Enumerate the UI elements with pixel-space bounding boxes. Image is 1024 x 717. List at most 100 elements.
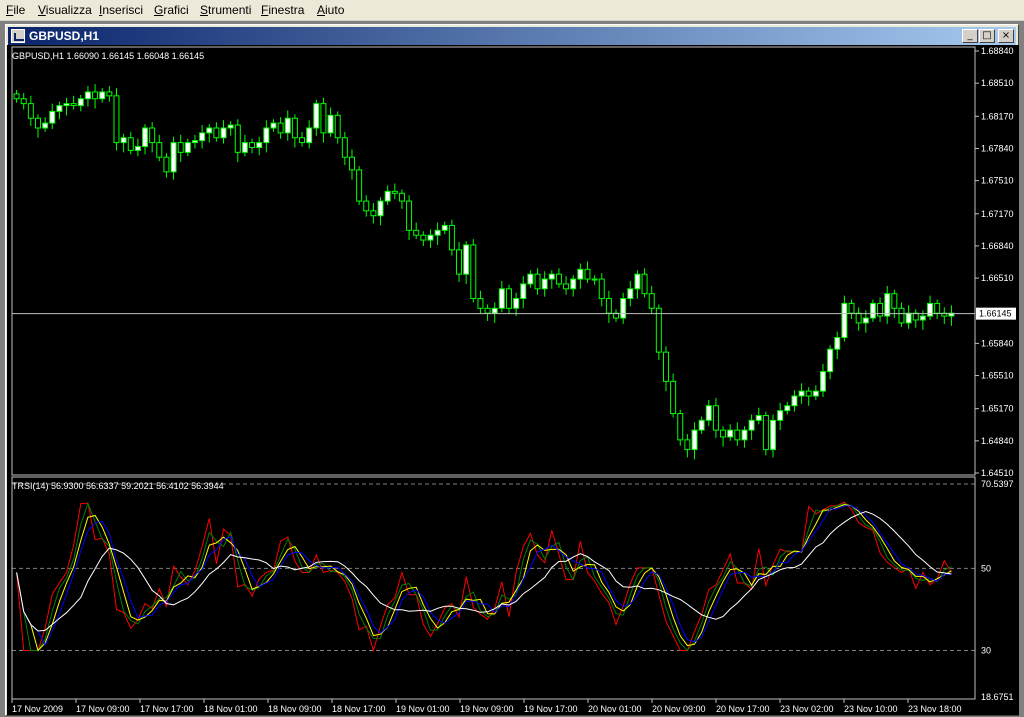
- candle-body: [291, 117, 298, 139]
- candle-body: [177, 142, 184, 153]
- candle-body: [170, 142, 177, 173]
- candle-body: [184, 142, 191, 153]
- candle-body: [448, 224, 455, 251]
- candle-body: [199, 132, 206, 142]
- candle-body: [527, 273, 534, 285]
- candle-body: [770, 419, 777, 451]
- candle-body: [413, 229, 420, 236]
- candle-body: [812, 390, 819, 397]
- candle-body: [919, 315, 926, 321]
- candle-body: [42, 122, 49, 129]
- candle-body: [605, 298, 612, 314]
- minimize-button[interactable]: _: [962, 29, 978, 43]
- indicator-line-2: [16, 501, 952, 652]
- candle-body: [727, 429, 734, 438]
- candle-body: [256, 142, 263, 148]
- candle-body: [156, 142, 163, 158]
- indicator-line-5: [16, 510, 952, 632]
- candle-body: [884, 293, 891, 317]
- time-tick-label: 23 Nov 18:00: [908, 704, 962, 714]
- candle-body: [748, 419, 755, 431]
- candle-body: [641, 273, 648, 295]
- candle-body: [377, 200, 384, 217]
- time-tick-label: 23 Nov 02:00: [780, 704, 834, 714]
- candle-body: [241, 142, 248, 153]
- candle-body: [213, 127, 220, 139]
- candle-body: [720, 429, 727, 438]
- candle-body: [456, 249, 463, 275]
- candle-body: [855, 312, 862, 324]
- candle-body: [348, 156, 355, 171]
- indicator-tick-label: 70.5397: [981, 479, 1014, 489]
- price-tick-label: 1.65170: [981, 404, 1014, 414]
- menu-item-aiuto[interactable]: Aiuto: [317, 3, 344, 17]
- candle-body: [320, 103, 327, 134]
- time-tick-label: 17 Nov 2009: [12, 704, 63, 714]
- candle-body: [70, 103, 77, 107]
- candle-body: [505, 288, 512, 309]
- time-axis: 17 Nov 2009 17 Nov 09:00 17 Nov 17:00 18 No…: [11, 699, 962, 714]
- candle-body: [869, 302, 876, 319]
- candle-body: [798, 390, 805, 397]
- candle-body: [891, 293, 898, 309]
- candle-body: [848, 302, 855, 314]
- price-tick-label: 1.67170: [981, 209, 1014, 219]
- candle-body: [163, 156, 170, 173]
- indicator-line-3: [16, 504, 952, 652]
- candle-body: [498, 288, 505, 309]
- price-tick-label: 1.66840: [981, 241, 1014, 251]
- candle-body: [834, 337, 841, 350]
- candle-body: [791, 395, 798, 407]
- indicator-line-1: [16, 501, 952, 653]
- candle-body: [263, 127, 270, 144]
- candle-body: [34, 117, 41, 129]
- chart-window-icon[interactable]: [11, 29, 25, 43]
- menu-item-inserisci[interactable]: Inserisci: [99, 3, 143, 17]
- candle-body: [777, 410, 784, 421]
- chart-area[interactable]: 1.68840 1.68510 1.68170 1.67840 1.67510 1.671…: [7, 45, 1019, 715]
- menu-item-grafici[interactable]: Grafici: [154, 3, 189, 17]
- candle-body: [577, 268, 584, 280]
- candle-body: [698, 419, 705, 431]
- indicator-tick-label: 18.6751: [981, 692, 1014, 702]
- price-tick-label: 1.68170: [981, 111, 1014, 121]
- menu-item-finestra[interactable]: Finestra: [261, 3, 304, 17]
- maximize-button[interactable]: □: [979, 29, 995, 43]
- close-button[interactable]: ×: [998, 29, 1014, 43]
- candle-body: [284, 117, 291, 134]
- price-chart[interactable]: 1.68840 1.68510 1.68170 1.67840 1.67510 1.671…: [7, 45, 1019, 715]
- candle-body: [934, 302, 941, 314]
- candle-body: [27, 103, 34, 119]
- indicator-tick-label: 50: [981, 563, 991, 573]
- menu-item-visualizza[interactable]: Visualizza: [38, 3, 92, 17]
- candle-body: [755, 414, 762, 421]
- candle-body: [434, 229, 441, 236]
- candle-body: [634, 273, 641, 290]
- candle-body: [227, 124, 234, 129]
- candle-body: [877, 302, 884, 317]
- candle-body: [113, 95, 120, 144]
- candle-body: [491, 307, 498, 314]
- candle-body: [84, 91, 91, 100]
- candle-body: [541, 278, 548, 290]
- menu-item-file[interactable]: File: [6, 3, 25, 17]
- candle-body: [734, 429, 741, 441]
- indicator-tick-label: 30: [981, 645, 991, 655]
- candle-body: [741, 429, 748, 441]
- candle-body: [341, 137, 348, 158]
- candle-body: [470, 244, 477, 300]
- candle-body: [441, 224, 448, 231]
- candle-body: [56, 105, 63, 112]
- candle-body: [477, 298, 484, 309]
- menu-item-strumenti[interactable]: Strumenti: [200, 3, 251, 17]
- candle-body: [819, 371, 826, 392]
- candle-body: [49, 110, 56, 124]
- candle-body: [648, 293, 655, 309]
- candle-body: [927, 302, 934, 317]
- chart-window-titlebar[interactable]: GBPUSD,H1 _ □ ×: [8, 27, 1016, 45]
- candle-body: [270, 122, 277, 129]
- time-tick-label: 19 Nov 01:00: [396, 704, 450, 714]
- candle-body: [548, 273, 555, 280]
- candle-body: [762, 414, 769, 451]
- candle-body: [570, 278, 577, 290]
